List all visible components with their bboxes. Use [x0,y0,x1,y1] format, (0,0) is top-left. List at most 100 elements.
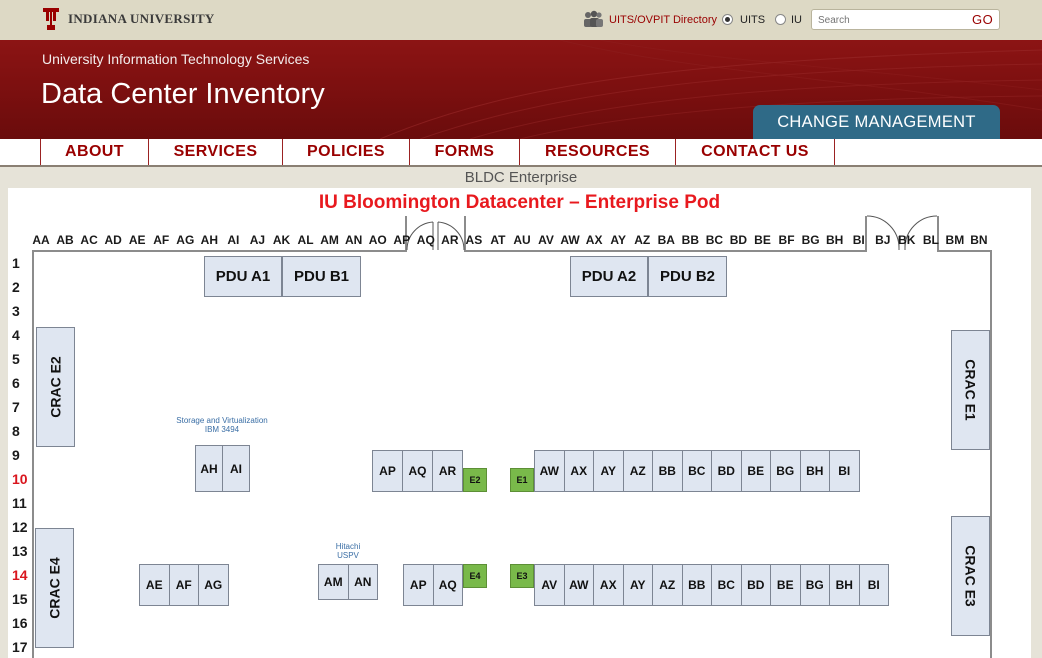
hitachi-annotation-line1: Hitachi [335,542,361,551]
column-label-az: AZ [634,233,651,247]
row14-rack-av[interactable]: AV [534,564,565,606]
nav-resources[interactable]: RESOURCES [519,139,675,165]
row14-rack-ae[interactable]: AE [139,564,170,606]
row10-rack-az[interactable]: AZ [622,450,653,492]
column-label-ax: AX [585,233,603,247]
row10-rack-ap[interactable]: AP [372,450,403,492]
electrical-panel-e2[interactable]: E2 [463,468,487,492]
row10-rack-be[interactable]: BE [740,450,771,492]
iu-radio-label: IU [791,14,802,26]
column-label-bh: BH [825,233,844,247]
directory-link[interactable]: UITS/OVPIT Directory [609,14,717,26]
iu-radio[interactable] [775,14,786,25]
row14-rack-aq[interactable]: AQ [432,564,463,606]
search-go-button[interactable]: GO [972,12,993,27]
row14-rack-bi[interactable]: BI [858,564,889,606]
row14-rack-ag[interactable]: AG [198,564,229,606]
pdu-b2[interactable]: PDU B2 [648,256,727,297]
column-label-bl: BL [922,233,939,247]
column-label-ar: AR [441,233,459,247]
column-label-au: AU [513,233,531,247]
change-management-tab[interactable]: CHANGE MANAGEMENT [753,105,1000,139]
row14-rack-bd[interactable]: BD [740,564,771,606]
nav-about[interactable]: ABOUT [40,139,148,165]
row-label-13: 13 [12,543,28,559]
row-label-5: 5 [12,351,20,367]
column-label-aw: AW [560,233,580,247]
nav-services[interactable]: SERVICES [148,139,282,165]
row14-rack-bg[interactable]: BG [799,564,830,606]
crac-e2-label: CRAC E2 [47,356,64,418]
university-name[interactable]: INDIANA UNIVERSITY [68,11,215,27]
row10-rack-bi[interactable]: BI [829,450,860,492]
row10-rack-aq[interactable]: AQ [402,450,433,492]
column-label-ah: AH [200,233,219,247]
column-label-at: AT [490,233,506,247]
electrical-panel-e1[interactable]: E1 [510,468,534,492]
crac-e2[interactable]: CRAC E2 [36,327,75,447]
row14-rack-aw[interactable]: AW [563,564,594,606]
storage-annotation: Storage and Virtualization IBM 3494 [158,416,286,434]
row-label-14: 14 [12,567,28,583]
people-icon [584,10,603,27]
column-label-bi: BI [852,233,865,247]
row14-rack-an[interactable]: AN [347,564,378,600]
storage-annotation-line2: IBM 3494 [204,425,240,434]
row14-rack-bc[interactable]: BC [711,564,742,606]
row14-rack-ay[interactable]: AY [622,564,653,606]
column-label-ac: AC [80,233,98,247]
column-label-bb: BB [681,233,700,247]
main-nav: ABOUT SERVICES POLICIES FORMS RESOURCES … [0,139,1042,167]
crac-e4[interactable]: CRAC E4 [35,528,74,648]
electrical-panel-e3[interactable]: E3 [510,564,534,588]
pdu-a2[interactable]: PDU A2 [570,256,648,297]
row14-rack-be[interactable]: BE [770,564,801,606]
row10-rack-bb[interactable]: BB [652,450,683,492]
row14-rack-af[interactable]: AF [168,564,199,606]
column-label-ao: AO [368,233,387,247]
wall-right [990,250,992,658]
column-label-ae: AE [128,233,146,247]
row10-rack-ah[interactable]: AH [195,445,223,492]
row10-rack-bd[interactable]: BD [711,450,742,492]
pdu-a1[interactable]: PDU A1 [204,256,282,297]
row-label-3: 3 [12,303,20,319]
pdu-b1[interactable]: PDU B1 [282,256,361,297]
row14-rack-bh[interactable]: BH [829,564,860,606]
row10-rack-ay[interactable]: AY [593,450,624,492]
column-label-af: AF [153,233,170,247]
column-label-bf: BF [778,233,795,247]
column-label-ag: AG [176,233,195,247]
crac-e3[interactable]: CRAC E3 [951,516,990,636]
row10-rack-bg[interactable]: BG [770,450,801,492]
uits-radio-label: UITS [740,14,766,26]
electrical-panel-e4[interactable]: E4 [463,564,487,588]
row14-rack-ax[interactable]: AX [593,564,624,606]
breadcrumb: BLDC Enterprise [464,169,578,186]
crac-e1[interactable]: CRAC E1 [951,330,990,450]
iu-trident-logo[interactable] [40,6,62,32]
column-label-be: BE [754,233,771,247]
row10-rack-ai[interactable]: AI [222,445,250,492]
row-label-15: 15 [12,591,28,607]
row14-rack-bb[interactable]: BB [681,564,712,606]
column-label-bd: BD [729,233,748,247]
row14-rack-am[interactable]: AM [318,564,349,600]
row10-rack-aw[interactable]: AW [534,450,565,492]
nav-forms[interactable]: FORMS [409,139,519,165]
row10-rack-ax[interactable]: AX [563,450,594,492]
search-input[interactable] [818,13,958,27]
wall-top-right [938,250,992,252]
crac-e1-label: CRAC E1 [962,359,979,421]
row10-rack-bh[interactable]: BH [799,450,830,492]
row10-rack-ar[interactable]: AR [432,450,463,492]
uits-radio[interactable] [722,14,733,25]
row10-rack-bc[interactable]: BC [681,450,712,492]
nav-divider [834,139,835,165]
nav-policies[interactable]: POLICIES [282,139,409,165]
row-label-6: 6 [12,375,20,391]
nav-contact-us[interactable]: CONTACT US [675,139,834,165]
row14-rack-ap[interactable]: AP [403,564,434,606]
row14-rack-az[interactable]: AZ [652,564,683,606]
column-label-aa: AA [32,233,50,247]
